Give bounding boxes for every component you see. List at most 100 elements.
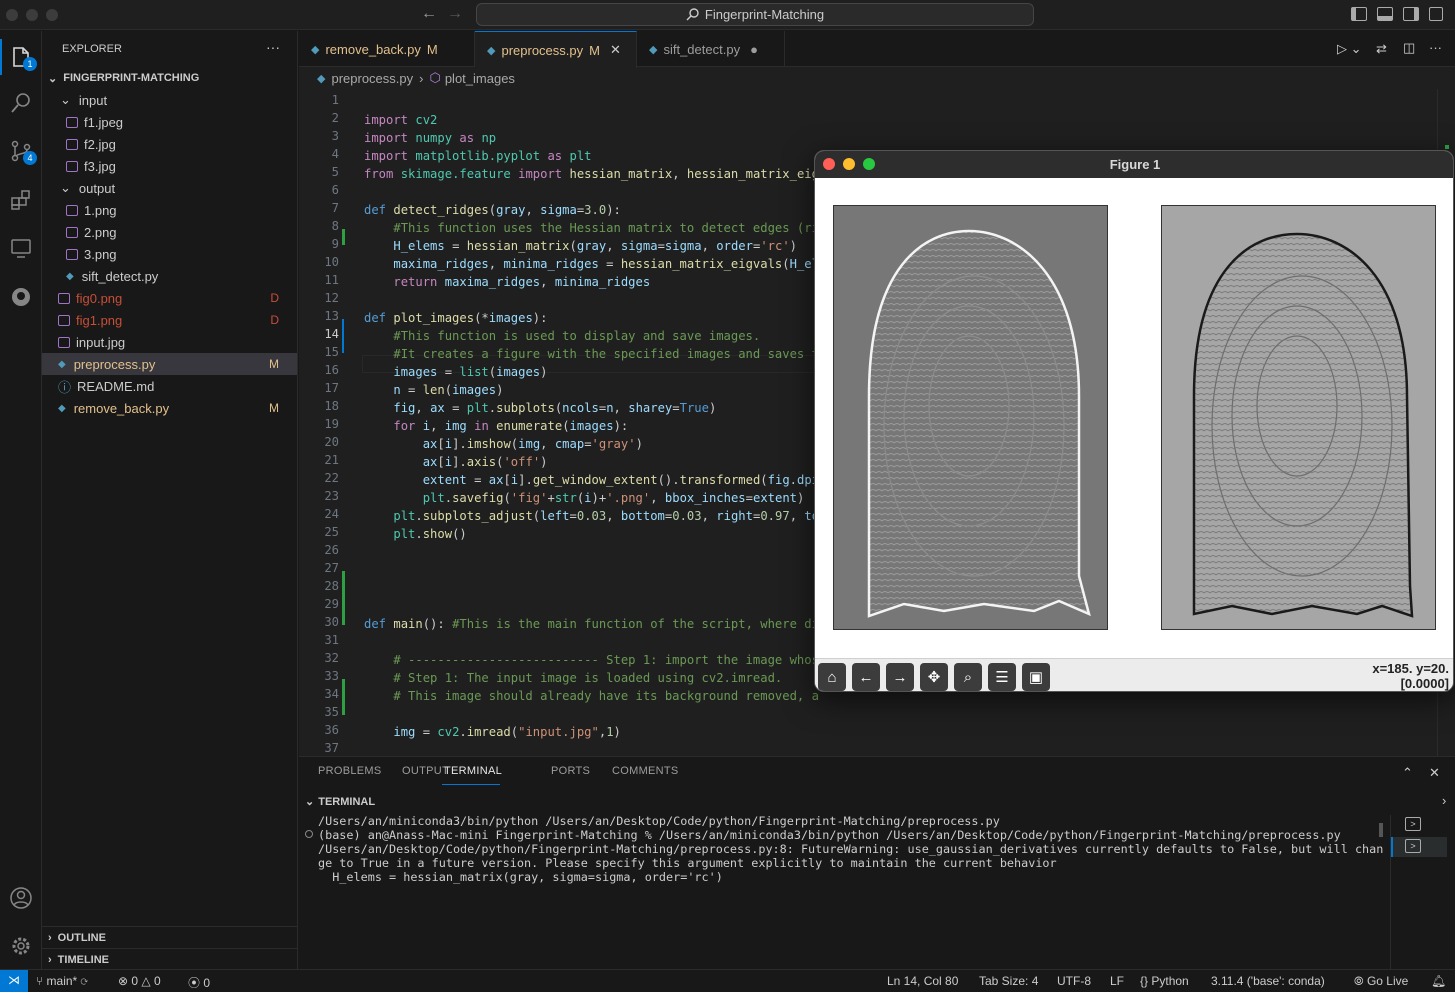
save-figure-icon[interactable]: ▣ — [1022, 663, 1050, 691]
breadcrumb-symbol[interactable]: plot_images — [445, 71, 515, 86]
python-file-icon: ◆ — [311, 43, 320, 56]
extensions-icon[interactable] — [5, 184, 37, 216]
open-changes-icon[interactable]: ⇄ — [1376, 41, 1387, 57]
terminal-scrollbar[interactable] — [1379, 823, 1383, 837]
workspace-root-label: FINGERPRINT-MATCHING — [63, 72, 200, 84]
python-file-icon: ◆ — [487, 44, 496, 57]
file-item[interactable]: fig0.png D — [42, 287, 297, 309]
breadcrumb-file[interactable]: preprocess.py — [331, 71, 413, 86]
figure-minimize-button[interactable] — [843, 158, 855, 170]
tab-sift-detect[interactable]: ◆ sift_detect.py ● — [637, 31, 785, 67]
file-item[interactable]: f1.jpeg — [42, 111, 297, 133]
line-number: 26 — [324, 543, 339, 557]
zoom-window-button[interactable] — [46, 9, 58, 21]
remote-indicator-icon[interactable]: ⋊ — [0, 970, 28, 992]
image-file-icon — [66, 160, 78, 172]
tab-remove-back[interactable]: ◆ remove_back.py M — [299, 31, 475, 67]
outline-section[interactable]: › OUTLINE — [42, 926, 297, 948]
remote-explorer-icon[interactable] — [5, 232, 37, 264]
source-control-icon[interactable]: 4 — [5, 135, 37, 167]
terminal-section-header[interactable]: ⌄ TERMINAL — [305, 795, 375, 808]
language-label: Python — [1151, 974, 1189, 988]
more-actions-icon[interactable]: ··· — [1429, 40, 1442, 55]
panel-tab-comments[interactable]: COMMENTS — [612, 765, 679, 777]
panel-tab-output[interactable]: OUTPUT — [402, 765, 449, 777]
toggle-secondary-sidebar-icon[interactable] — [1403, 7, 1419, 21]
configure-subplots-icon[interactable]: ☰ — [988, 663, 1016, 691]
panel-tab-ports[interactable]: PORTS — [551, 765, 590, 777]
back-arrow-icon[interactable]: ← — [852, 663, 880, 691]
problems-indicator[interactable]: ⊗ 0 △ 0 — [118, 974, 161, 988]
more-actions-icon[interactable]: ··· — [266, 39, 280, 55]
close-window-button[interactable] — [6, 9, 18, 21]
chevron-right-icon[interactable]: › — [1442, 793, 1446, 808]
terminal-output[interactable]: /Users/an/miniconda3/bin/python /Users/a… — [318, 814, 1383, 884]
file-item[interactable]: 3.png — [42, 243, 297, 265]
terminal-instance-icon[interactable]: > — [1405, 817, 1421, 831]
panel-tab-terminal[interactable]: TERMINAL — [444, 765, 502, 777]
line-number: 18 — [324, 399, 339, 413]
terminal-instance-icon[interactable]: > — [1405, 839, 1421, 853]
tab-preprocess[interactable]: ◆ preprocess.py M ✕ — [475, 31, 637, 68]
timeline-section[interactable]: › TIMELINE — [42, 948, 297, 970]
close-tab-icon[interactable]: ✕ — [610, 42, 621, 58]
forward-arrow-icon[interactable]: → — [886, 663, 914, 691]
file-item[interactable]: input.jpg — [42, 331, 297, 353]
command-center-search[interactable]: Fingerprint-Matching — [476, 3, 1034, 26]
toggle-panel-icon[interactable] — [1377, 7, 1393, 21]
pan-icon[interactable]: ✥ — [920, 663, 948, 691]
line-number: 5 — [331, 165, 339, 179]
maximize-panel-icon[interactable]: ⌃ — [1402, 765, 1413, 781]
file-item[interactable]: ⌄ input — [42, 89, 297, 111]
file-item[interactable]: ⓘ README.md — [42, 375, 297, 397]
split-editor-icon[interactable]: ◫ — [1403, 40, 1415, 56]
figure-close-button[interactable] — [823, 158, 835, 170]
file-item[interactable]: ◆ preprocess.py M — [42, 353, 297, 375]
forward-arrow-icon[interactable]: → — [447, 5, 463, 23]
customize-layout-icon[interactable] — [1429, 7, 1443, 21]
explorer-icon[interactable]: 1 — [5, 41, 37, 73]
file-item[interactable]: 1.png — [42, 199, 297, 221]
tab-label: remove_back.py — [325, 41, 421, 57]
python-interpreter[interactable]: 3.11.4 ('base': conda) — [1211, 974, 1325, 988]
language-mode[interactable]: {} Python — [1140, 974, 1189, 988]
settings-gear-icon[interactable] — [5, 930, 37, 962]
cursor-position[interactable]: Ln 14, Col 80 — [887, 974, 958, 988]
workspace-root[interactable]: ⌄ FINGERPRINT-MATCHING — [42, 67, 297, 89]
back-arrow-icon[interactable]: ← — [421, 5, 437, 23]
sync-icon: ⟳ — [80, 974, 88, 988]
branch-indicator[interactable]: ⑂ main* ⟳ — [36, 974, 88, 988]
figure-title-bar[interactable]: Figure 1 — [815, 151, 1453, 178]
file-item[interactable]: ◆ remove_back.py M — [42, 397, 297, 419]
toggle-primary-sidebar-icon[interactable] — [1351, 7, 1367, 21]
matplotlib-figure-window[interactable]: Figure 1 ⌂ ← → ✥ ⌕ ☰ ▣ x=185. y=20. [0.0… — [814, 150, 1454, 692]
chevron-down-icon: ⌄ — [48, 72, 58, 85]
file-item[interactable]: fig1.png D — [42, 309, 297, 331]
run-python-file-icon[interactable]: ▷ ⌄ — [1337, 41, 1362, 57]
encoding[interactable]: UTF-8 — [1057, 974, 1091, 988]
accounts-icon[interactable] — [5, 882, 37, 914]
minimize-window-button[interactable] — [26, 9, 38, 21]
ports-indicator[interactable]: ⦿ 0 — [188, 974, 210, 991]
file-item[interactable]: f3.jpg — [42, 155, 297, 177]
broadcast-icon: ⦾ — [1354, 974, 1367, 988]
end-of-line[interactable]: LF — [1110, 974, 1124, 988]
home-icon[interactable]: ⌂ — [818, 663, 846, 691]
file-item[interactable]: 2.png — [42, 221, 297, 243]
zoom-magnifier-icon[interactable]: ⌕ — [954, 663, 982, 691]
tab-size[interactable]: Tab Size: 4 — [979, 974, 1038, 988]
panel-tab-problems[interactable]: PROBLEMS — [318, 765, 382, 777]
file-item[interactable]: ◆ sift_detect.py — [42, 265, 297, 287]
figure-zoom-button[interactable] — [863, 158, 875, 170]
file-item[interactable]: ⌄ output — [42, 177, 297, 199]
search-icon[interactable] — [5, 87, 37, 119]
file-item[interactable]: f2.jpg — [42, 133, 297, 155]
command-decoration-icon[interactable] — [305, 830, 313, 838]
notifications-bell-icon[interactable]: 🔔︎ — [1431, 974, 1446, 988]
github-icon[interactable] — [5, 281, 37, 313]
sidebar-title: EXPLORER — [62, 43, 122, 55]
symbol-method-icon: ⬡ — [429, 70, 441, 85]
line-number: 17 — [324, 381, 339, 395]
close-panel-icon[interactable]: ✕ — [1429, 765, 1440, 781]
go-live-button[interactable]: ⦾ Go Live — [1354, 974, 1408, 989]
